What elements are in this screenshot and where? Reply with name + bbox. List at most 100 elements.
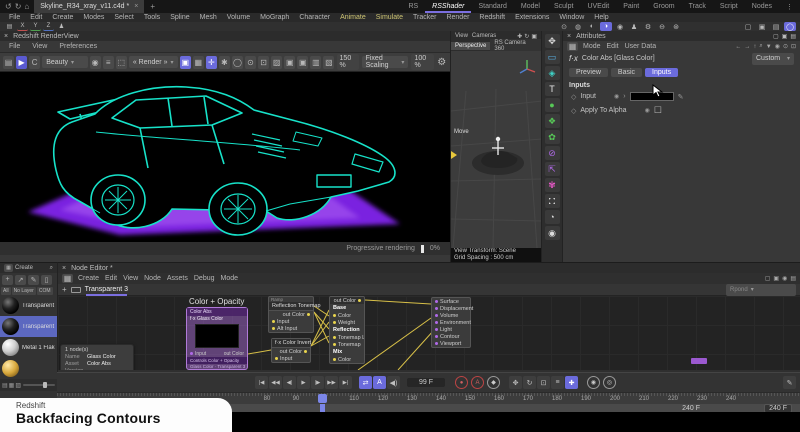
rotation-button[interactable]: ↻ (523, 376, 536, 389)
color-invert-node[interactable]: f·x Color Invert out Color Input (271, 338, 311, 363)
ghost-button[interactable]: ◎ (603, 376, 616, 389)
lock-icon[interactable]: ◉ (775, 43, 780, 50)
material-item-3[interactable] (0, 358, 57, 379)
axis-icon[interactable]: ⇱ (544, 162, 560, 176)
compact-view-icon[interactable]: ▨ (15, 382, 21, 389)
plane-icon[interactable]: ▭ (544, 50, 560, 64)
layout-tab-nodes[interactable]: Nodes (745, 0, 779, 13)
ne-menu-view[interactable]: View (123, 275, 138, 282)
node-editor-tab[interactable]: Transparent 3 (85, 286, 128, 294)
document-tab[interactable]: Skyline_R34_xray_v11.c4d * × (34, 0, 145, 13)
menu-window[interactable]: Window (554, 14, 589, 21)
ramp-out-port[interactable]: out Color (283, 312, 305, 318)
node-graph-canvas[interactable]: Color + Opacity Color Abs f·x Glass Colo… (58, 296, 800, 370)
snapshot-icon[interactable]: ⊛ (670, 22, 682, 31)
viewport-edge-marker[interactable] (451, 151, 457, 159)
menu-help[interactable]: Help (589, 14, 613, 21)
menu-tracker[interactable]: Tracker (408, 14, 441, 21)
aov-dropdown[interactable]: Beauty (42, 56, 88, 68)
parameter-button[interactable]: ≡ (551, 376, 564, 389)
invert-in-port[interactable]: Input (280, 356, 292, 362)
material-out-port[interactable]: out Color (334, 298, 356, 304)
grid-icon[interactable]: ▦ (192, 55, 204, 69)
start-ipr-icon[interactable]: ▶ (16, 55, 28, 69)
ramp-port-alt-input[interactable]: Alt Input (269, 325, 313, 332)
snapshot-circle-icon[interactable]: ◉ (89, 55, 101, 69)
node-search-input[interactable]: Rpond (726, 283, 796, 296)
close-panel-icon[interactable]: × (567, 33, 571, 40)
output-port-light[interactable]: Light (432, 326, 470, 333)
color-opacity-group[interactable]: Color Abs f·x Glass Color Input out Colo… (186, 307, 248, 370)
material-item-0[interactable]: Transparent 3 (0, 295, 57, 316)
current-frame-field[interactable]: 99 F (407, 378, 445, 387)
panel-menu-icon[interactable]: ▦ (62, 274, 73, 283)
material-port-tonemap[interactable]: Tonemap (330, 363, 364, 364)
layout-tab-groom[interactable]: Groom (646, 0, 681, 13)
move-tool-icon[interactable]: ✥ (544, 34, 560, 48)
ne-menu-debug[interactable]: Debug (194, 275, 215, 282)
layout-tab-sculpt[interactable]: Sculpt (547, 0, 580, 13)
render-image[interactable] (0, 72, 450, 242)
list-icon[interactable]: ≡ (102, 55, 114, 69)
output-port-environment[interactable]: Environment (432, 319, 471, 326)
list-view-icon[interactable]: ▤ (2, 382, 8, 389)
camera-icon[interactable]: ◉ (544, 226, 560, 240)
edit-pen-icon[interactable]: ✎ (28, 274, 39, 285)
menu-create[interactable]: Create (47, 14, 78, 21)
menu-mograph[interactable]: MoGraph (255, 14, 294, 21)
snapshot-b-icon[interactable]: ▥ (310, 55, 322, 69)
filter-all[interactable]: All (1, 286, 11, 295)
menu-select[interactable]: Select (109, 14, 138, 21)
group-swatch[interactable] (195, 324, 239, 348)
play-button[interactable]: ▶ (297, 376, 310, 389)
menu-file[interactable]: File (4, 14, 25, 21)
layout-overflow-button[interactable]: ⋮ (779, 0, 800, 13)
loop-button[interactable]: ⇄ (359, 376, 372, 389)
expand-icon[interactable]: ⊡ (791, 43, 796, 50)
invert-out-port[interactable]: out Color (280, 349, 302, 355)
material-item-2[interactable]: Metal 1 Flake Ste (0, 337, 57, 358)
spline-icon[interactable]: ⊘ (544, 146, 560, 160)
window-icon[interactable]: ▢ (742, 22, 754, 31)
center-icon[interactable]: ✛ (205, 55, 217, 69)
apply to alpha-expander-icon[interactable]: ◇ (571, 107, 576, 115)
group-output-port[interactable]: out Color (224, 351, 244, 357)
time-icon[interactable]: ◔ (544, 210, 560, 224)
menu-volume[interactable]: Volume (222, 14, 255, 21)
scale-button[interactable]: ⊡ (537, 376, 550, 389)
team-render-icon[interactable]: ♟ (628, 22, 640, 31)
menu-character[interactable]: Character (294, 14, 335, 21)
up-arrow-icon[interactable]: ↑ (753, 44, 756, 50)
autokey-button[interactable]: A (471, 376, 484, 389)
arrow-icon[interactable]: ↗ (15, 274, 26, 285)
add-material-icon[interactable]: + (2, 274, 13, 285)
snowflake-icon[interactable]: ✱ (218, 55, 230, 69)
split-icon[interactable]: ▢ (765, 275, 771, 282)
circle-dropdown-icon[interactable]: ◯ (231, 55, 243, 69)
vp-tab-perspective[interactable]: Perspective (451, 42, 491, 50)
folder-icon[interactable]: ▤ (770, 22, 782, 31)
solo-button[interactable]: ◉ (587, 376, 600, 389)
layout-tab-paint[interactable]: Paint (616, 0, 646, 13)
forward-arrow-icon[interactable]: → (744, 44, 750, 50)
menu-animate[interactable]: Animate (335, 14, 371, 21)
save-layout-icon[interactable]: ▣ (756, 22, 768, 31)
input-expander-icon[interactable]: ◇ (571, 93, 576, 101)
material-port-color[interactable]: Color (330, 312, 364, 319)
layout-grid-icon[interactable]: ▤ (4, 23, 15, 31)
render-view-icon[interactable]: ⊙ (558, 22, 570, 31)
menu-redshift[interactable]: Redshift (474, 14, 510, 21)
material-node[interactable]: out Color Base Color Weight Reflection Tonem… (329, 296, 365, 364)
snapshot-a-icon[interactable]: ▣ (284, 55, 296, 69)
minus-circle-icon[interactable]: ⊖ (656, 22, 668, 31)
rv-menu-preferences[interactable]: Preferences (54, 43, 102, 50)
back-arrow-icon[interactable]: ← (735, 44, 741, 50)
sphere-generator-icon[interactable]: ● (544, 98, 560, 112)
preset-dropdown[interactable]: Custom (752, 52, 794, 65)
redo-icon[interactable]: ↻ (15, 2, 22, 11)
undo-icon[interactable]: ↺ (5, 2, 12, 11)
group-input-port[interactable]: Input (195, 351, 206, 357)
search-icon[interactable]: ⌕ (759, 43, 762, 50)
ne-menu-assets[interactable]: Assets (167, 275, 188, 282)
close-panel-icon[interactable]: × (62, 265, 66, 272)
